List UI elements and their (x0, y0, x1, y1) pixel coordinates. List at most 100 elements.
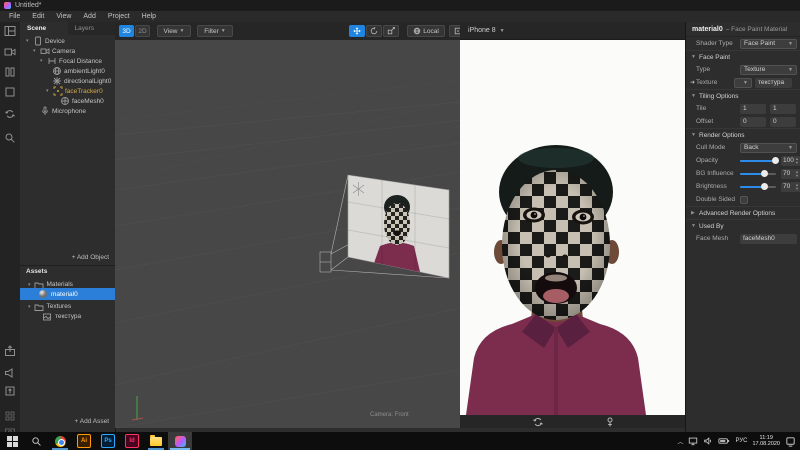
tile-x-input[interactable]: 1 (740, 104, 766, 114)
taskbar-spark-ar[interactable] (168, 432, 192, 450)
texture-value-field[interactable]: текстура (755, 78, 792, 88)
sync-icon[interactable] (4, 108, 16, 120)
tab-layers[interactable]: Layers (68, 22, 116, 35)
panels-icon[interactable] (4, 25, 16, 37)
taskbar-indesign[interactable]: Id (120, 432, 144, 450)
menu-add[interactable]: Add (77, 13, 101, 20)
face-mesh-field[interactable]: faceMesh0 (740, 234, 797, 244)
language-indicator[interactable]: РУС (735, 438, 747, 444)
search-icon (31, 436, 42, 447)
menu-help[interactable]: Help (136, 13, 162, 20)
scale-tool-button[interactable] (383, 25, 399, 37)
face-tracker-icon (53, 86, 63, 96)
double-sided-checkbox[interactable] (740, 196, 748, 204)
chevron-down-icon: ▼ (788, 67, 793, 73)
spark-ar-logo-icon (4, 2, 11, 9)
scene-node-ambient-light[interactable]: ambientLight0 (52, 66, 105, 76)
taskbar-photoshop[interactable]: Ps (96, 432, 120, 450)
asset-material0[interactable]: material0 (20, 288, 115, 300)
advanced-render-options-section[interactable]: ▶ Advanced Render Options (686, 206, 800, 219)
microphone-icon (40, 106, 50, 116)
viewport-3d[interactable]: Camera: Front (115, 40, 460, 428)
flip-camera-icon[interactable] (532, 416, 544, 428)
shader-type-dropdown[interactable]: Face Paint▼ (740, 39, 797, 49)
announce-icon[interactable] (4, 367, 16, 379)
expander-icon[interactable]: ▾ (28, 282, 31, 288)
scene-node-face-tracker[interactable]: ▾ faceTracker0 (46, 86, 103, 96)
cull-mode-dropdown[interactable]: Back▼ (740, 143, 797, 153)
scene-node-directional-light[interactable]: directionalLight0 (52, 76, 111, 86)
scene-node-device[interactable]: ▾ Device (26, 36, 65, 46)
add-object-button[interactable]: + Add Object (72, 254, 109, 261)
expander-icon[interactable]: ▾ (46, 88, 51, 94)
shape-icon[interactable] (4, 86, 16, 98)
tab-scene[interactable]: Scene (20, 22, 68, 35)
taskbar-file-explorer[interactable] (144, 432, 168, 450)
bg-influence-slider[interactable] (740, 173, 776, 175)
battery-icon[interactable] (718, 436, 730, 446)
taskbar-illustrator[interactable]: Ai (72, 432, 96, 450)
mode-2d-button[interactable]: 2D (135, 25, 150, 37)
ambient-light-icon (52, 66, 62, 76)
move-tool-button[interactable] (349, 25, 365, 37)
offset-y-input[interactable]: 0 (770, 117, 796, 127)
opacity-slider[interactable] (740, 160, 776, 162)
used-by-section[interactable]: ▼ Used By (686, 219, 800, 232)
blocks-icon[interactable] (4, 66, 16, 78)
search-icon[interactable] (4, 132, 16, 144)
tray-expand-icon[interactable]: ︿ (677, 437, 683, 446)
touch-simulate-icon[interactable] (604, 416, 616, 428)
tile-y-input[interactable]: 1 (770, 104, 796, 114)
offset-row: Offset 0 0 (686, 115, 800, 128)
expander-icon[interactable]: ▾ (33, 48, 38, 54)
simulator-preview[interactable] (460, 40, 685, 415)
type-row: Type Texture▼ (686, 63, 800, 76)
export-icon[interactable] (4, 345, 16, 357)
clock[interactable]: 11:19 17.08.2020 (752, 435, 780, 448)
expander-icon[interactable]: ▾ (26, 38, 31, 44)
chevron-down-icon[interactable]: ▼ (500, 28, 505, 34)
local-space-button[interactable]: Local (407, 25, 445, 37)
grid-icon[interactable] (4, 410, 16, 422)
chevron-down-icon: ▼ (180, 28, 185, 34)
brightness-value[interactable]: 70▲▼ (781, 182, 800, 192)
asset-texture[interactable]: текстура (20, 311, 115, 322)
scene-node-microphone[interactable]: Microphone (40, 106, 86, 116)
scene-node-focal-distance[interactable]: ▾ Focal Distance (40, 56, 102, 66)
start-button[interactable] (0, 432, 24, 450)
texture-mini-dropdown[interactable]: ▼ (734, 78, 752, 88)
add-asset-button[interactable]: + Add Asset (74, 418, 109, 425)
expander-icon[interactable]: ▾ (40, 58, 45, 64)
volume-icon[interactable] (703, 436, 713, 446)
chrome-icon (55, 436, 66, 447)
render-options-section[interactable]: ▼ Render Options (686, 128, 800, 141)
brightness-slider[interactable] (740, 186, 776, 188)
camera-view-icon[interactable] (4, 46, 16, 58)
network-icon[interactable] (688, 436, 698, 446)
scene-node-camera[interactable]: ▾ Camera (33, 46, 75, 56)
menu-view[interactable]: View (50, 13, 77, 20)
action-center-icon[interactable] (785, 436, 796, 447)
mode-3d-button[interactable]: 3D (119, 25, 134, 37)
type-dropdown[interactable]: Texture▼ (740, 65, 797, 75)
chevron-down-icon: ▼ (743, 80, 748, 86)
opacity-value[interactable]: 100▲▼ (781, 156, 800, 166)
rotate-tool-button[interactable] (366, 25, 382, 37)
bg-influence-value[interactable]: 70▲▼ (781, 169, 800, 179)
menu-project[interactable]: Project (102, 13, 136, 20)
system-tray: ︿ РУС 11:19 17.08.2020 (677, 432, 800, 450)
face-paint-section[interactable]: ▼ Face Paint (686, 50, 800, 63)
menu-file[interactable]: File (3, 13, 26, 20)
scene-node-face-mesh[interactable]: faceMesh0 (60, 96, 104, 106)
device-selector[interactable]: iPhone 8 (468, 27, 496, 34)
expander-icon[interactable]: ▾ (28, 304, 31, 310)
tiling-options-section[interactable]: ▼ Tiling Options (686, 89, 800, 102)
offset-x-input[interactable]: 0 (740, 117, 766, 127)
filter-dropdown[interactable]: Filter▼ (197, 25, 233, 37)
taskbar-search-button[interactable] (24, 432, 48, 450)
menu-edit[interactable]: Edit (26, 13, 50, 20)
taskbar-chrome[interactable] (48, 432, 72, 450)
publish-icon[interactable] (4, 385, 16, 397)
material-sphere-icon (38, 289, 48, 299)
view-dropdown[interactable]: View▼ (157, 25, 191, 37)
